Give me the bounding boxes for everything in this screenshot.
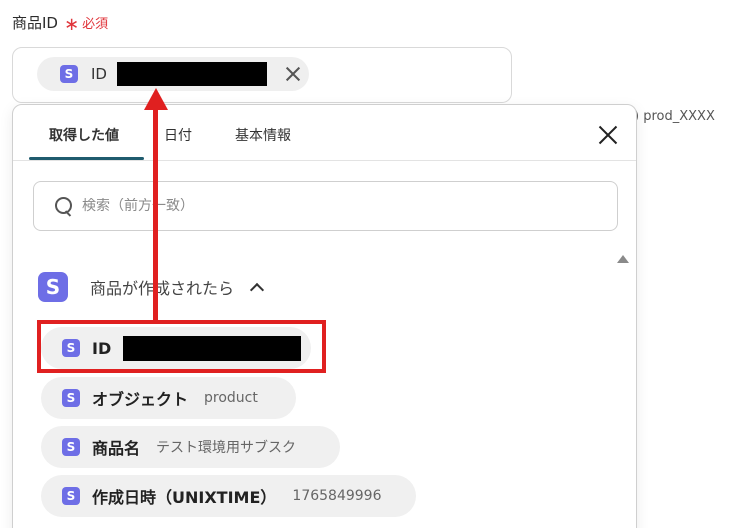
tab-basic-info[interactable]: 基本情報 [235,125,291,145]
chip-remove-icon[interactable] [282,63,304,85]
stripe-icon: S [38,272,68,302]
search-icon [54,196,74,216]
stripe-icon: S [62,487,80,505]
item-value: 1765849996 [292,488,382,504]
redacted-value [116,62,267,86]
item-label: 作成日時（UNIXTIME） [92,488,277,507]
chevron-up-icon [249,282,265,298]
annotation-highlight-box [37,320,326,373]
search-input[interactable] [82,198,602,214]
scroll-up-icon[interactable] [617,255,629,263]
field-label: 商品ID ∗ 必須 [12,12,108,33]
stripe-icon: S [62,438,80,456]
stripe-icon: S [62,389,80,407]
chip-label: ID [91,65,107,83]
tab-date[interactable]: 日付 [164,125,192,145]
search-box[interactable] [33,181,618,231]
item-label: 商品名 [92,439,141,458]
trigger-group-header[interactable]: S 商品が作成されたら [38,272,265,302]
group-title: 商品が作成されたら [90,279,235,298]
required-star-icon: ∗ [63,13,80,35]
item-value: product [204,390,258,406]
annotation-arrow-shaft [153,108,158,322]
active-tab-indicator [29,157,144,160]
stripe-icon: S [60,65,78,83]
item-value: テスト環境用サブスク [156,440,297,456]
value-picker-panel: 取得した値 日付 基本情報 S 商品が作成されたら S ID S オブジェクト … [12,104,637,528]
field-hint: ) prod_XXXX [634,109,715,124]
item-label: オブジェクト [92,390,189,409]
value-item-object[interactable]: S オブジェクト product [41,377,296,419]
selected-value-chip[interactable]: S ID [37,57,309,91]
tab-bar: 取得した値 日付 基本情報 [13,105,636,161]
field-label-text: 商品ID [12,14,58,32]
tab-fetched-values[interactable]: 取得した値 [49,125,119,145]
close-icon[interactable] [596,123,620,147]
annotation-arrow-icon [144,88,168,110]
value-item-created-at[interactable]: S 作成日時（UNIXTIME） 1765849996 [41,475,416,517]
required-text: 必須 [82,17,109,32]
value-item-product-name[interactable]: S 商品名 テスト環境用サブスク [41,426,340,468]
